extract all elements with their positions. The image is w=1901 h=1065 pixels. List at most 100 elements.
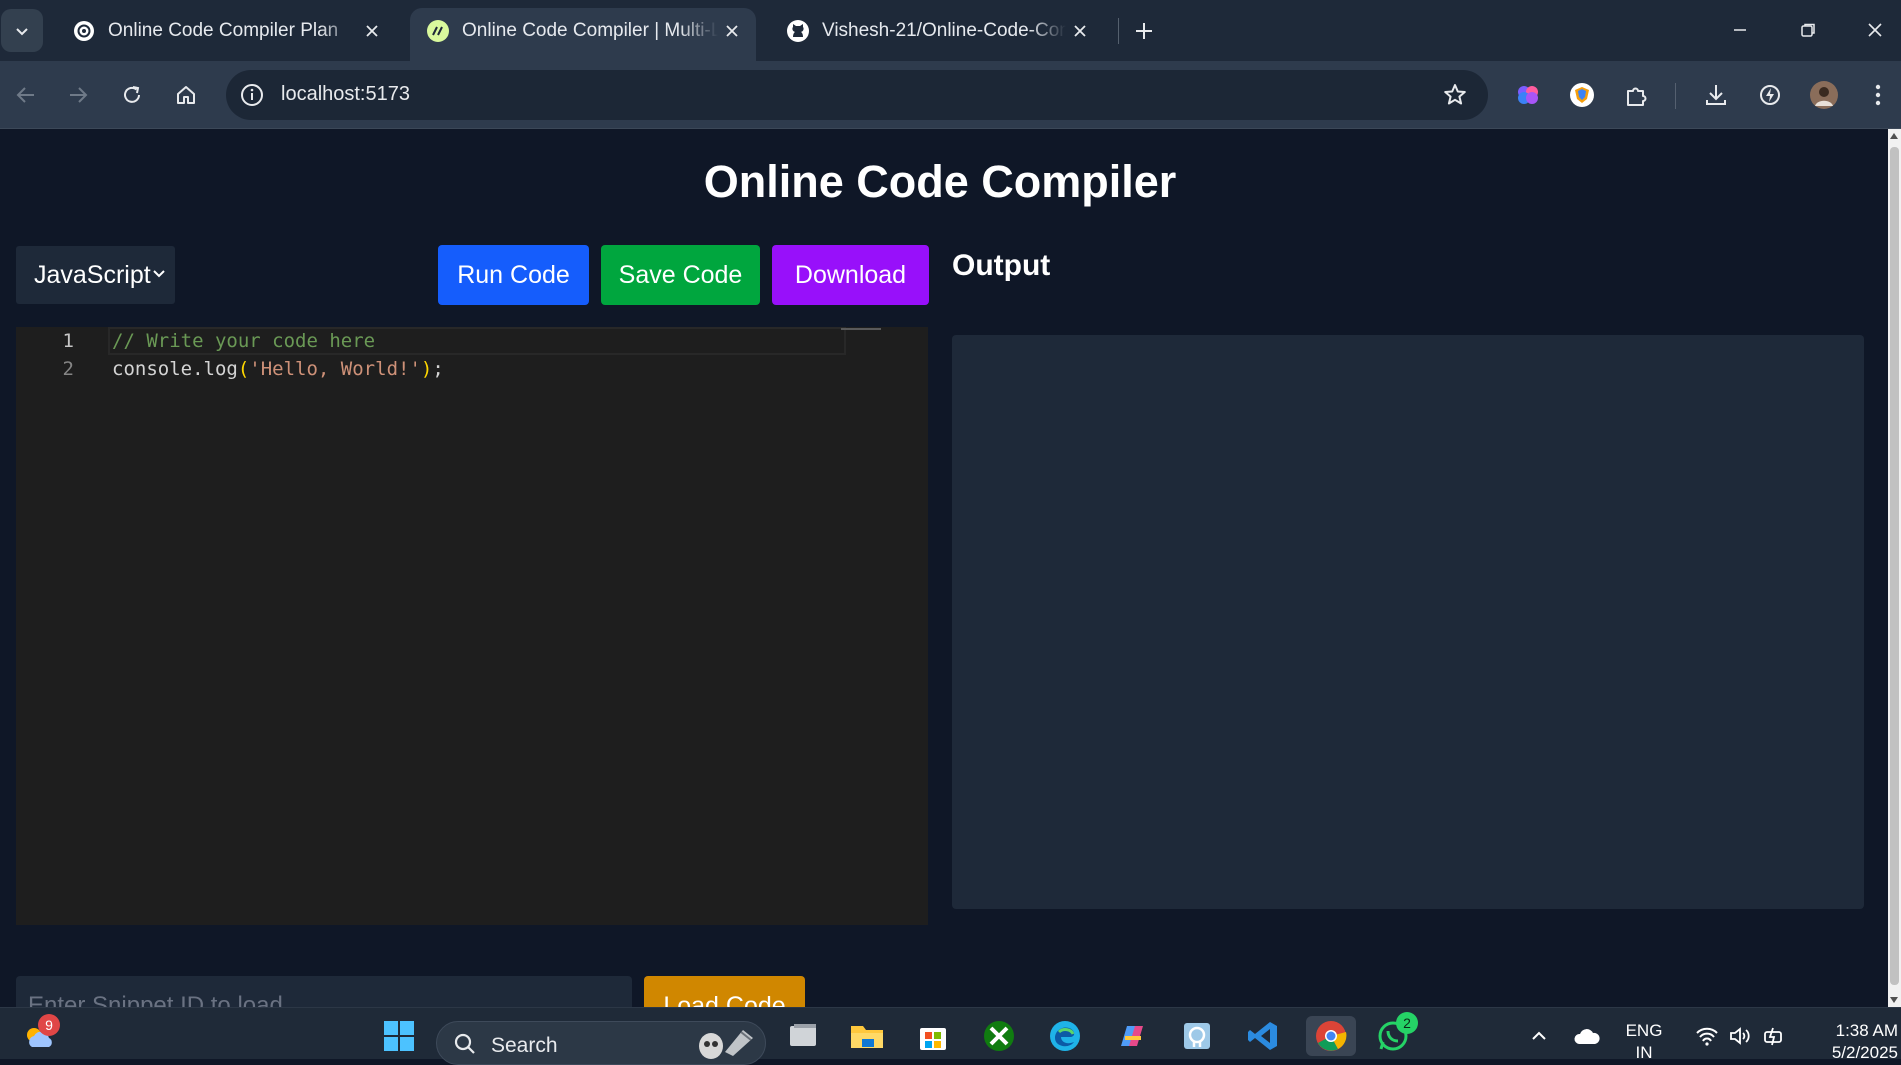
line-number: 2 bbox=[62, 358, 74, 380]
github-icon bbox=[786, 19, 810, 43]
task-view-icon bbox=[787, 1022, 819, 1050]
home-icon bbox=[175, 84, 197, 106]
edge-button[interactable] bbox=[1044, 1016, 1086, 1056]
chrome-button[interactable] bbox=[1306, 1016, 1356, 1056]
vscode-icon bbox=[1247, 1020, 1279, 1052]
code-token-ident: ; bbox=[432, 358, 444, 380]
whatsapp-badge: 2 bbox=[1396, 1012, 1418, 1034]
clock[interactable]: 1:38 AM 5/2/2025 bbox=[1806, 1020, 1898, 1064]
line-number: 1 bbox=[62, 330, 74, 352]
volume-icon bbox=[1729, 1026, 1753, 1046]
search-icon bbox=[453, 1032, 477, 1056]
extension-shield-icon[interactable] bbox=[1566, 79, 1598, 111]
download-button[interactable]: Download bbox=[772, 245, 929, 305]
snippet-id-input[interactable]: Enter Snippet ID to load bbox=[16, 976, 632, 1007]
vscode-button[interactable] bbox=[1242, 1016, 1284, 1056]
site-info-icon[interactable] bbox=[239, 82, 265, 108]
taskbar-search[interactable]: Search bbox=[436, 1021, 766, 1065]
load-code-button[interactable]: Load Code bbox=[644, 976, 805, 1007]
extensions-puzzle-icon[interactable] bbox=[1620, 79, 1652, 111]
app-button-generic[interactable] bbox=[1176, 1016, 1218, 1056]
bookmark-star-icon[interactable] bbox=[1442, 82, 1468, 108]
copilot-icon bbox=[1115, 1020, 1147, 1052]
vite-icon bbox=[426, 19, 450, 43]
close-icon[interactable] bbox=[718, 17, 746, 45]
address-url: localhost:5173 bbox=[281, 83, 410, 105]
new-tab-button[interactable] bbox=[1128, 15, 1160, 47]
region-code: IN bbox=[1635, 1043, 1653, 1062]
quick-settings-button[interactable] bbox=[1682, 1016, 1800, 1056]
code-line-text: // Write your code here bbox=[112, 330, 376, 352]
address-bar[interactable]: localhost:5173 bbox=[226, 70, 1488, 120]
performance-icon[interactable] bbox=[1754, 79, 1786, 111]
tab-separator bbox=[1118, 18, 1119, 44]
windows-logo-icon bbox=[383, 1020, 415, 1052]
edge-icon bbox=[1049, 1020, 1081, 1052]
back-button[interactable] bbox=[6, 75, 46, 115]
code-token-paren: ( bbox=[237, 358, 250, 380]
restore-button[interactable] bbox=[1780, 6, 1836, 54]
chatgpt-icon bbox=[72, 19, 96, 43]
arrow-right-icon bbox=[67, 84, 89, 106]
file-explorer-button[interactable] bbox=[846, 1016, 888, 1056]
store-icon bbox=[917, 1020, 949, 1052]
task-view-button[interactable] bbox=[782, 1016, 824, 1056]
weather-badge: 9 bbox=[38, 1014, 60, 1036]
run-code-button[interactable]: Run Code bbox=[438, 245, 589, 305]
reload-button[interactable] bbox=[112, 75, 152, 115]
tab-github-repo[interactable]: Vishesh-21/Online-Code-Compiler bbox=[770, 8, 1104, 53]
start-button[interactable] bbox=[378, 1016, 420, 1056]
clock-date: 5/2/2025 bbox=[1831, 1043, 1898, 1062]
tab-online-code-compiler[interactable]: Online Code Compiler | Multi-Language bbox=[410, 8, 756, 61]
xbox-icon bbox=[983, 1020, 1015, 1052]
save-code-button[interactable]: Save Code bbox=[601, 245, 760, 305]
editor-line: 2 console.log('Hello, World!'); bbox=[16, 355, 928, 383]
whatsapp-button[interactable]: 2 bbox=[1372, 1012, 1418, 1056]
code-token-ident: console.log bbox=[112, 358, 238, 380]
minimize-button[interactable] bbox=[1712, 6, 1768, 54]
chevron-down-icon bbox=[151, 266, 167, 282]
app-page: Online Code Compiler JavaScript Run Code… bbox=[0, 129, 1888, 1007]
browser-tab-strip: Online Code Compiler Plan Online Code Co… bbox=[0, 0, 1901, 61]
close-icon bbox=[1867, 22, 1883, 38]
profile-avatar[interactable] bbox=[1808, 79, 1840, 111]
forward-button[interactable] bbox=[58, 75, 98, 115]
language-select[interactable]: JavaScript bbox=[16, 246, 175, 304]
microsoft-store-button[interactable] bbox=[912, 1016, 954, 1056]
search-label: Search bbox=[491, 1034, 558, 1057]
code-editor[interactable]: 1 // Write your code here 2 console.log(… bbox=[16, 327, 928, 925]
home-button[interactable] bbox=[166, 75, 206, 115]
close-icon[interactable] bbox=[1066, 17, 1094, 45]
xbox-button[interactable] bbox=[978, 1016, 1020, 1056]
input-language-indicator[interactable]: ENG IN bbox=[1612, 1020, 1676, 1064]
folder-icon bbox=[849, 1021, 885, 1051]
onedrive-button[interactable] bbox=[1566, 1016, 1608, 1056]
tab-title: Online Code Compiler Plan bbox=[108, 19, 339, 41]
scroll-down-arrow-icon[interactable] bbox=[1890, 997, 1898, 1003]
minimize-icon bbox=[1732, 22, 1748, 38]
scrollbar-thumb[interactable] bbox=[1890, 147, 1899, 985]
toolbar-separator bbox=[1675, 83, 1676, 109]
code-token-paren: ) bbox=[420, 358, 433, 380]
downloads-icon[interactable] bbox=[1700, 79, 1732, 111]
tab-code-compiler-plan[interactable]: Online Code Compiler Plan bbox=[56, 8, 396, 53]
chrome-icon bbox=[1315, 1020, 1347, 1052]
restore-icon bbox=[1800, 22, 1816, 38]
cloud-icon bbox=[1573, 1026, 1601, 1046]
clock-time: 1:38 AM bbox=[1835, 1021, 1898, 1040]
close-window-button[interactable] bbox=[1847, 6, 1901, 54]
windows-taskbar: 9 Search 2 ENG IN 1:38 AM 5/2/2025 bbox=[0, 1007, 1901, 1065]
browser-toolbar: localhost:5173 bbox=[0, 61, 1901, 129]
tab-search-button[interactable] bbox=[1, 9, 43, 52]
extension-brain-icon[interactable] bbox=[1512, 79, 1544, 111]
copilot-button[interactable] bbox=[1110, 1016, 1152, 1056]
weather-widget[interactable]: 9 bbox=[18, 1014, 60, 1056]
language-code: ENG bbox=[1625, 1021, 1663, 1040]
scroll-up-arrow-icon[interactable] bbox=[1890, 133, 1898, 139]
close-icon[interactable] bbox=[358, 17, 386, 45]
page-scrollbar[interactable] bbox=[1888, 129, 1901, 1007]
output-heading: Output bbox=[952, 249, 1051, 282]
chevron-up-icon bbox=[1530, 1027, 1548, 1045]
show-hidden-icons-button[interactable] bbox=[1518, 1016, 1560, 1056]
browser-menu-icon[interactable] bbox=[1862, 79, 1894, 111]
